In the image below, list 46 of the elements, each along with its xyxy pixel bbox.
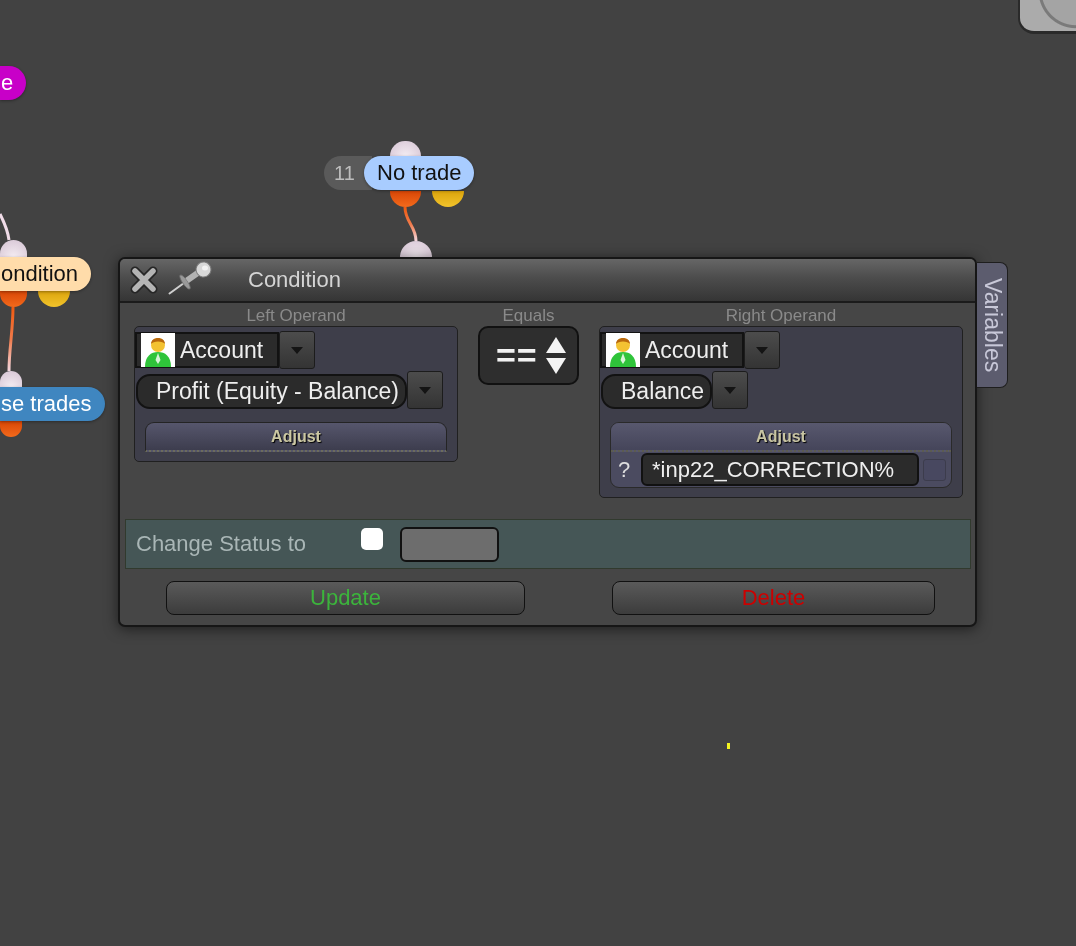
adjust-input-field[interactable]: *inp22_CORRECTION% (641, 453, 919, 486)
user-icon (141, 333, 175, 367)
help-label: ? (618, 456, 632, 483)
adjust-header[interactable]: Adjust (611, 423, 951, 452)
node-label[interactable]: e (0, 66, 27, 100)
source-select[interactable]: Account (135, 332, 279, 368)
cursor-mark-icon (727, 743, 730, 749)
up-arrow-icon (545, 337, 566, 353)
input-pin-icon[interactable] (0, 240, 27, 257)
caret-icon (756, 346, 768, 354)
pushpin-icon[interactable] (168, 261, 214, 295)
node-number-badge: 11 (324, 156, 372, 190)
field-select[interactable]: Balance (601, 374, 713, 409)
node-label[interactable]: ondition (0, 257, 92, 291)
node-label[interactable]: se trades (0, 387, 105, 421)
connector-wire (0, 213, 11, 241)
secondary-pin-icon[interactable] (38, 291, 70, 307)
operator-spinner[interactable]: == (478, 326, 579, 385)
output-pin-icon[interactable] (390, 191, 421, 207)
output-pin-icon[interactable] (0, 421, 22, 437)
operator-label: Equals (502, 305, 555, 326)
caret-icon (724, 386, 737, 394)
adjust-button[interactable]: Adjust (145, 422, 447, 452)
output-pin-icon[interactable] (0, 291, 27, 307)
down-arrow-icon (545, 358, 566, 374)
corner-button[interactable] (1018, 0, 1076, 34)
node-label[interactable]: No trade (364, 156, 475, 190)
user-icon (606, 333, 640, 367)
secondary-pin-icon[interactable] (432, 191, 464, 207)
dialog-title: Condition (248, 267, 341, 293)
field-select[interactable]: Profit (Equity - Balance) (136, 374, 407, 409)
operand-label: Right Operand (725, 305, 837, 326)
status-checkbox[interactable] (361, 528, 383, 550)
source-select[interactable]: Account (600, 332, 744, 368)
status-label: Change Status to (136, 531, 307, 557)
caret-icon (418, 386, 431, 394)
caret-icon (291, 346, 303, 354)
operand-label: Left Operand (246, 305, 346, 326)
input-pin-icon[interactable] (400, 241, 432, 257)
variables-tab[interactable]: Variables (977, 262, 1008, 388)
connector-wire (403, 206, 418, 242)
input-pin-icon[interactable] (390, 141, 421, 156)
connector-wire (7, 306, 15, 372)
status-value-field[interactable] (400, 526, 499, 562)
input-pin-icon[interactable] (0, 371, 22, 387)
close-icon[interactable] (130, 266, 158, 294)
